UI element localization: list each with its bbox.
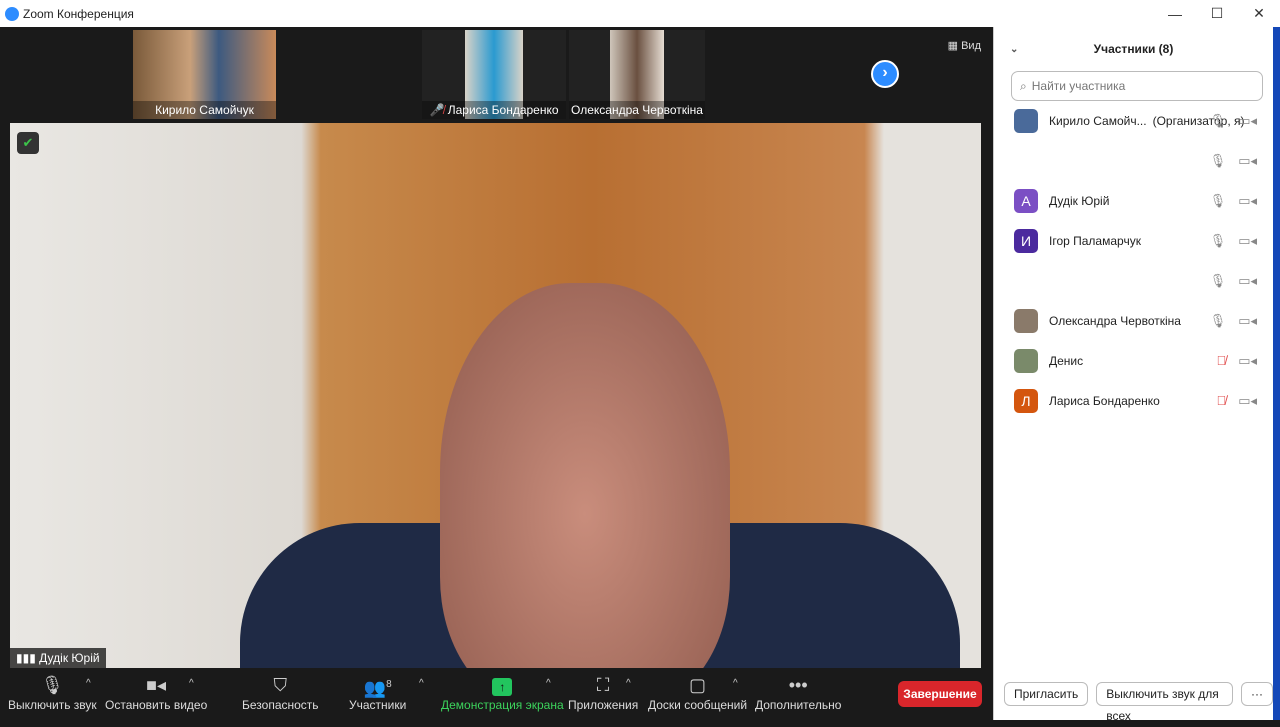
- mute-all-button[interactable]: Выключить звук для всех: [1096, 682, 1233, 723]
- stop-video-button[interactable]: ■◂ Остановить видео ^: [105, 672, 207, 712]
- chevron-up-icon: ^: [189, 678, 194, 689]
- microphone-icon: 🎙: [40, 675, 64, 695]
- video-thumbnail[interactable]: 🎤̸ Лариса Бондаренко: [422, 30, 566, 119]
- video-camera-icon[interactable]: ▭◂: [1238, 273, 1257, 289]
- participant-row[interactable]: А Дудік Юрій 🎙 ▭◂: [994, 181, 1273, 221]
- participant-row[interactable]: Кирило Самойч... (Организатор, я) 🎙 ▭◂: [994, 101, 1273, 141]
- panel-title: Участники (8): [1093, 42, 1174, 56]
- video-camera-icon[interactable]: ▭◂: [1238, 113, 1257, 129]
- invite-button[interactable]: Пригласить: [1004, 682, 1089, 706]
- participant-name: Ігор Паламарчук: [1049, 234, 1141, 248]
- share-screen-button[interactable]: ↑ Демонстрация экрана ^: [441, 672, 564, 712]
- chevron-up-icon: ^: [626, 678, 631, 689]
- mute-button[interactable]: 🎙 Выключить звук ^: [8, 672, 97, 712]
- participant-name: Олександра Червоткіна: [1049, 314, 1181, 328]
- participant-row[interactable]: Денис 🎙̸ ▭◂: [994, 341, 1273, 381]
- participant-search-input[interactable]: ⌕ Найти участника: [1011, 71, 1263, 101]
- video-camera-icon[interactable]: ▭◂: [1238, 153, 1257, 169]
- video-stage: Кирило Самойчук 🎤̸ Лариса Бондаренко Оле…: [0, 27, 993, 668]
- active-speaker-video: ✔ ▮▮▮ Дудік Юрій: [10, 123, 981, 668]
- chevron-up-icon: ^: [733, 678, 738, 689]
- encryption-shield-icon[interactable]: ✔: [17, 132, 39, 154]
- video-camera-icon[interactable]: ▭◂: [1238, 353, 1257, 369]
- microphone-icon[interactable]: 🎙: [1210, 193, 1227, 209]
- video-camera-icon[interactable]: ▭◂: [1238, 393, 1257, 409]
- search-icon: ⌕: [1020, 78, 1027, 93]
- more-dots-icon: •••: [788, 675, 808, 695]
- avatar: А: [1014, 189, 1038, 213]
- speaker-name-label: ▮▮▮ Дудік Юрій: [10, 648, 106, 668]
- video-thumbnail[interactable]: Кирило Самойчук: [133, 30, 276, 119]
- chevron-down-icon[interactable]: ⌄: [1010, 44, 1018, 55]
- more-button[interactable]: ••• Дополнительно: [755, 672, 841, 712]
- video-camera-icon[interactable]: ▭◂: [1238, 233, 1257, 249]
- close-button[interactable]: ✕: [1238, 0, 1280, 27]
- panel-more-button[interactable]: ···: [1241, 682, 1273, 706]
- maximize-button[interactable]: ☐: [1196, 0, 1238, 27]
- participants-icon: 👥8: [363, 678, 392, 698]
- participant-name: Лариса Бондаренко: [1049, 394, 1160, 408]
- meeting-toolbar: 🎙 Выключить звук ^ ■◂ Остановить видео ^ ⛉ Бе…: [0, 668, 993, 720]
- participant-row[interactable]: 🎙 ▭◂: [994, 141, 1273, 181]
- shield-icon: ⛉: [273, 675, 288, 695]
- mic-muted-icon: 🎤̸: [429, 103, 448, 117]
- security-button[interactable]: ⛉ Безопасность: [242, 672, 319, 712]
- apps-button[interactable]: ⛶ Приложения ^: [568, 672, 638, 712]
- thumbnail-name: Кирило Самойчук: [133, 101, 276, 119]
- whiteboards-button[interactable]: ▢ Доски сообщений ^: [648, 672, 747, 712]
- participant-name: Дудік Юрій: [1049, 194, 1110, 208]
- microphone-icon[interactable]: 🎙: [1210, 273, 1227, 289]
- participant-name: Денис: [1049, 354, 1084, 368]
- microphone-icon[interactable]: 🎙: [1210, 153, 1227, 169]
- video-camera-icon[interactable]: ▭◂: [1238, 193, 1257, 209]
- participant-row[interactable]: 🎙 ▭◂: [994, 261, 1273, 301]
- next-page-button[interactable]: ›: [871, 60, 899, 88]
- window-title: Zoom Конференция: [23, 6, 134, 21]
- mic-muted-icon[interactable]: 🎙̸: [1216, 393, 1226, 409]
- participant-row[interactable]: Л Лариса Бондаренко 🎙̸ ▭◂: [994, 381, 1273, 421]
- participants-panel: ⌄ Участники (8) ⌕ Найти участника Кирило С…: [993, 27, 1273, 723]
- thumbnail-name: Олександра Червоткіна: [569, 101, 705, 119]
- participant-row[interactable]: И Ігор Паламарчук 🎙 ▭◂: [994, 221, 1273, 261]
- minimize-button[interactable]: —: [1154, 0, 1196, 27]
- participants-button[interactable]: 👥8 Участники ^: [349, 672, 424, 712]
- title-bar: Zoom Конференция — ☐ ✕: [0, 0, 1280, 27]
- video-camera-icon[interactable]: ▭◂: [1238, 313, 1257, 329]
- avatar: [1014, 349, 1038, 373]
- view-button[interactable]: ▦ Вид: [948, 39, 981, 52]
- microphone-icon[interactable]: 🎙: [1210, 233, 1227, 249]
- microphone-icon[interactable]: 🎙: [1210, 113, 1227, 129]
- end-meeting-button[interactable]: Завершение: [898, 681, 982, 707]
- chevron-up-icon: ^: [419, 678, 424, 689]
- participant-name: Кирило Самойч...: [1049, 114, 1147, 128]
- mic-muted-icon[interactable]: 🎙̸: [1216, 353, 1226, 369]
- microphone-icon[interactable]: 🎙: [1210, 313, 1227, 329]
- video-thumbnail[interactable]: Олександра Червоткіна: [569, 30, 705, 119]
- avatar: И: [1014, 229, 1038, 253]
- share-screen-icon: ↑: [492, 678, 513, 696]
- avatar: Л: [1014, 389, 1038, 413]
- chevron-up-icon: ^: [86, 678, 91, 689]
- thumbnail-name: 🎤̸ Лариса Бондаренко: [422, 101, 566, 119]
- zoom-logo-icon: [5, 6, 19, 21]
- avatar: [1014, 309, 1038, 333]
- avatar: [1014, 109, 1038, 133]
- chevron-up-icon: ^: [546, 678, 551, 689]
- participant-row[interactable]: Олександра Червоткіна 🎙 ▭◂: [994, 301, 1273, 341]
